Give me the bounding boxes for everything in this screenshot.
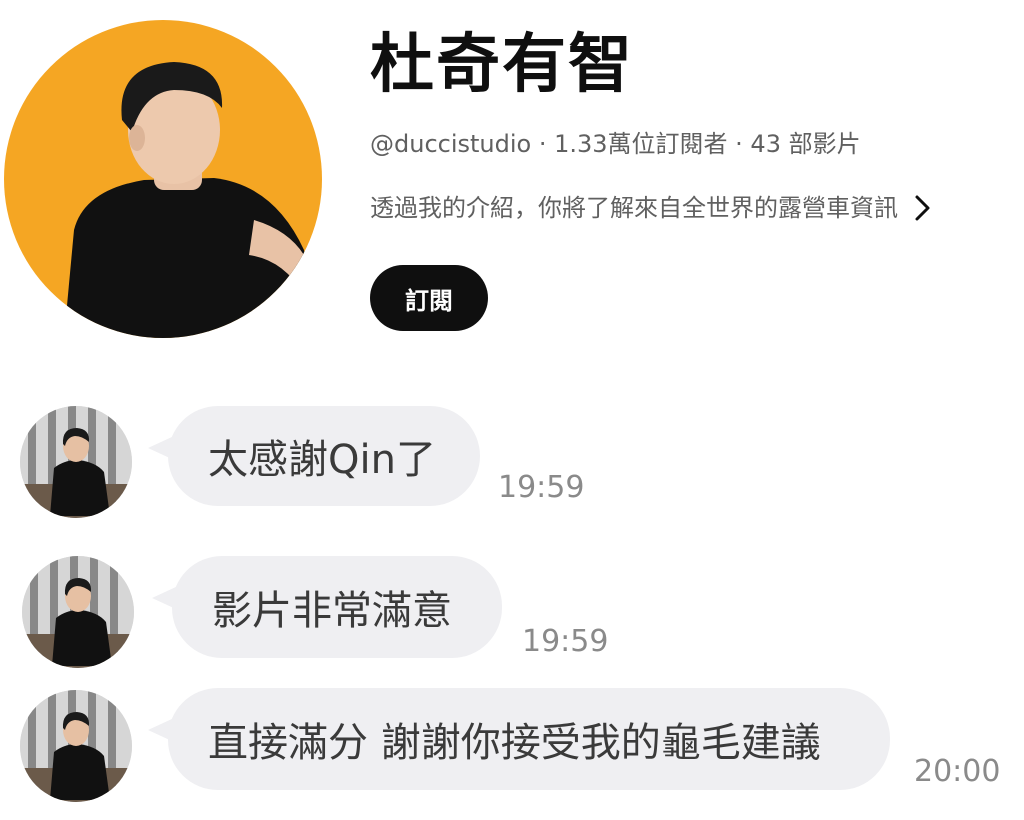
sender-avatar[interactable]: [20, 690, 132, 802]
message-time: 20:00: [914, 754, 1001, 789]
message-bubble[interactable]: 太感謝Qin了: [148, 406, 480, 506]
message-bubble[interactable]: 影片非常滿意: [152, 556, 502, 658]
subscribe-button[interactable]: 訂閱: [370, 265, 488, 331]
message-bubble[interactable]: 直接滿分 謝謝你接受我的龜毛建議: [148, 688, 890, 790]
channel-avatar[interactable]: [4, 20, 322, 338]
sender-avatar[interactable]: [20, 406, 132, 518]
channel-description: 透過我的介紹，你將了解來自全世界的露營車資訊: [370, 194, 898, 222]
channel-name: 杜奇有智: [370, 28, 634, 102]
message-text: 影片非常滿意: [212, 588, 452, 634]
chevron-right-icon[interactable]: [912, 193, 934, 223]
message-time: 19:59: [522, 624, 609, 659]
sender-avatar[interactable]: [22, 556, 134, 668]
message-text: 直接滿分 謝謝你接受我的龜毛建議: [208, 720, 821, 766]
message-time: 19:59: [498, 470, 585, 505]
message-text: 太感謝Qin了: [208, 437, 436, 483]
channel-meta: @duccistudio · 1.33萬位訂閱者 · 43 部影片: [370, 130, 861, 158]
channel-description-row[interactable]: 透過我的介紹，你將了解來自全世界的露營車資訊: [370, 186, 934, 230]
